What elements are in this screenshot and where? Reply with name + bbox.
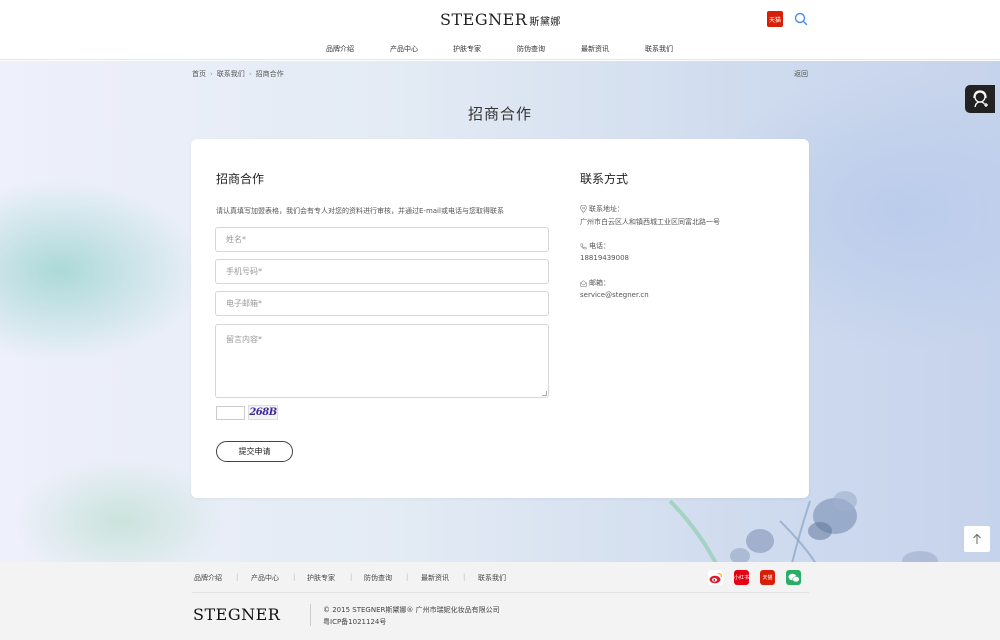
mail-icon <box>580 279 587 287</box>
tmall-footer-icon[interactable]: 天猫 <box>760 570 775 585</box>
arrow-up-icon <box>973 533 981 544</box>
back-link[interactable]: 返回 <box>794 69 808 79</box>
footer-nav-skincare-expert[interactable]: 护肤专家 <box>307 573 335 583</box>
phone-label-text: 电话： <box>589 242 610 250</box>
nav-item-anti-counterfeit[interactable]: 防伪查询 <box>517 44 545 54</box>
breadcrumb-current: 招商合作 <box>255 70 284 78</box>
message-placeholder: 留言内容* <box>226 335 262 344</box>
phone-label: 电话： <box>580 241 610 251</box>
phone-field[interactable]: 手机号码* <box>215 259 549 284</box>
footer-nav-products[interactable]: 产品中心 <box>251 573 279 583</box>
breadcrumb-home[interactable]: 首页 <box>192 70 206 78</box>
contact-title: 联系方式 <box>580 172 629 186</box>
logo-cn-text: 斯黛娜 <box>529 17 561 28</box>
weibo-icon[interactable] <box>708 570 723 585</box>
footer-nav-divider: | <box>293 573 296 581</box>
captcha-text: 268B <box>249 407 277 418</box>
nav-item-brand[interactable]: 品牌介绍 <box>326 44 354 54</box>
search-icon[interactable] <box>793 11 809 27</box>
submit-label: 提交申请 <box>238 447 271 456</box>
back-to-top-button[interactable] <box>964 526 990 552</box>
footer-nav-divider: | <box>236 573 239 581</box>
address-label: 联系地址： <box>580 204 624 214</box>
wechat-logo-shape <box>788 573 800 582</box>
logo-text: STEGNER <box>440 10 528 29</box>
footer-nav-contact[interactable]: 联系我们 <box>478 573 506 583</box>
submit-button[interactable]: 提交申请 <box>216 441 293 462</box>
xiaohongshu-icon[interactable]: 小红书 <box>734 570 749 585</box>
footer-nav-news[interactable]: 最新资讯 <box>421 573 449 583</box>
form-description: 请认真填写加盟表格，我们会有专人对您的资料进行审核，并通过E-mail或电话与您… <box>216 207 504 215</box>
breadcrumb-separator: › <box>248 70 252 78</box>
site-footer: 品牌介绍 | 产品中心 | 护肤专家 | 防伪查询 | 最新资讯 | 联系我们 … <box>0 562 1000 640</box>
copyright-text: © 2015 STEGNER斯黛娜® 广州市瑞妮化妆品有限公司 <box>323 606 500 614</box>
name-placeholder: 姓名* <box>226 235 246 244</box>
form-title: 招商合作 <box>216 172 265 186</box>
customer-service-button[interactable] <box>965 85 995 113</box>
tmall-badge-text: 天猫 <box>768 16 781 24</box>
email-placeholder: 电子邮箱* <box>226 299 262 308</box>
nav-item-contact[interactable]: 联系我们 <box>645 44 673 54</box>
location-pin-icon <box>580 205 587 213</box>
footer-divider <box>192 592 809 593</box>
footer-nav-anti-counterfeit[interactable]: 防伪查询 <box>364 573 392 583</box>
nav-item-skincare-expert[interactable]: 护肤专家 <box>453 44 481 54</box>
tmall-footer-label: 天猫 <box>762 575 773 581</box>
wechat-icon[interactable] <box>786 570 801 585</box>
message-textarea[interactable]: 留言内容* <box>215 324 549 398</box>
xiaohongshu-label: 小红书 <box>734 575 750 581</box>
icp-text[interactable]: 粤ICP备1021124号 <box>323 617 386 627</box>
footer-nav-divider: | <box>350 573 353 581</box>
logo[interactable]: STEGNER 斯黛娜 <box>440 10 561 29</box>
captcha-image[interactable]: 268B <box>248 405 278 420</box>
customer-service-icon <box>973 90 988 108</box>
address-value: 广州市白云区人和镇西城工业区同富北路一号 <box>580 218 720 226</box>
footer-logo[interactable]: STEGNER <box>193 605 280 624</box>
breadcrumb-contact[interactable]: 联系我们 <box>217 70 245 78</box>
footer-nav-brand[interactable]: 品牌介绍 <box>194 573 222 583</box>
email-label: 邮箱： <box>580 278 610 288</box>
footer-vertical-divider <box>310 604 311 626</box>
partnership-card: 招商合作 请认真填写加盟表格，我们会有专人对您的资料进行审核，并通过E-mail… <box>191 139 809 498</box>
resize-handle[interactable] <box>542 391 547 396</box>
tmall-icon[interactable]: 天猫 <box>767 11 783 27</box>
email-field[interactable]: 电子邮箱* <box>215 291 549 316</box>
nav-item-products[interactable]: 产品中心 <box>390 44 418 54</box>
footer-nav-divider: | <box>463 573 466 581</box>
phone-icon <box>580 243 587 249</box>
breadcrumb: 首页 › 联系我们 › 招商合作 <box>192 69 284 79</box>
captcha-input[interactable] <box>216 406 245 420</box>
site-header: STEGNER 斯黛娜 天猫 品牌介绍 产品中心 护肤专家 防伪查询 最新资讯 联… <box>0 0 1000 60</box>
name-field[interactable]: 姓名* <box>215 227 549 252</box>
page-title: 招商合作 <box>467 105 532 123</box>
main-nav: 品牌介绍 产品中心 护肤专家 防伪查询 最新资讯 联系我们 <box>0 44 1000 56</box>
email-value: service@stegner.cn <box>580 291 649 299</box>
phone-placeholder: 手机号码* <box>226 267 262 276</box>
weibo-logo-shape <box>709 572 722 583</box>
nav-item-news[interactable]: 最新资讯 <box>581 44 609 54</box>
address-label-text: 联系地址： <box>589 205 624 213</box>
footer-nav-divider: | <box>406 573 409 581</box>
breadcrumb-separator: › <box>210 70 213 78</box>
email-label-text: 邮箱： <box>589 279 610 287</box>
phone-value: 18819439008 <box>580 254 629 262</box>
